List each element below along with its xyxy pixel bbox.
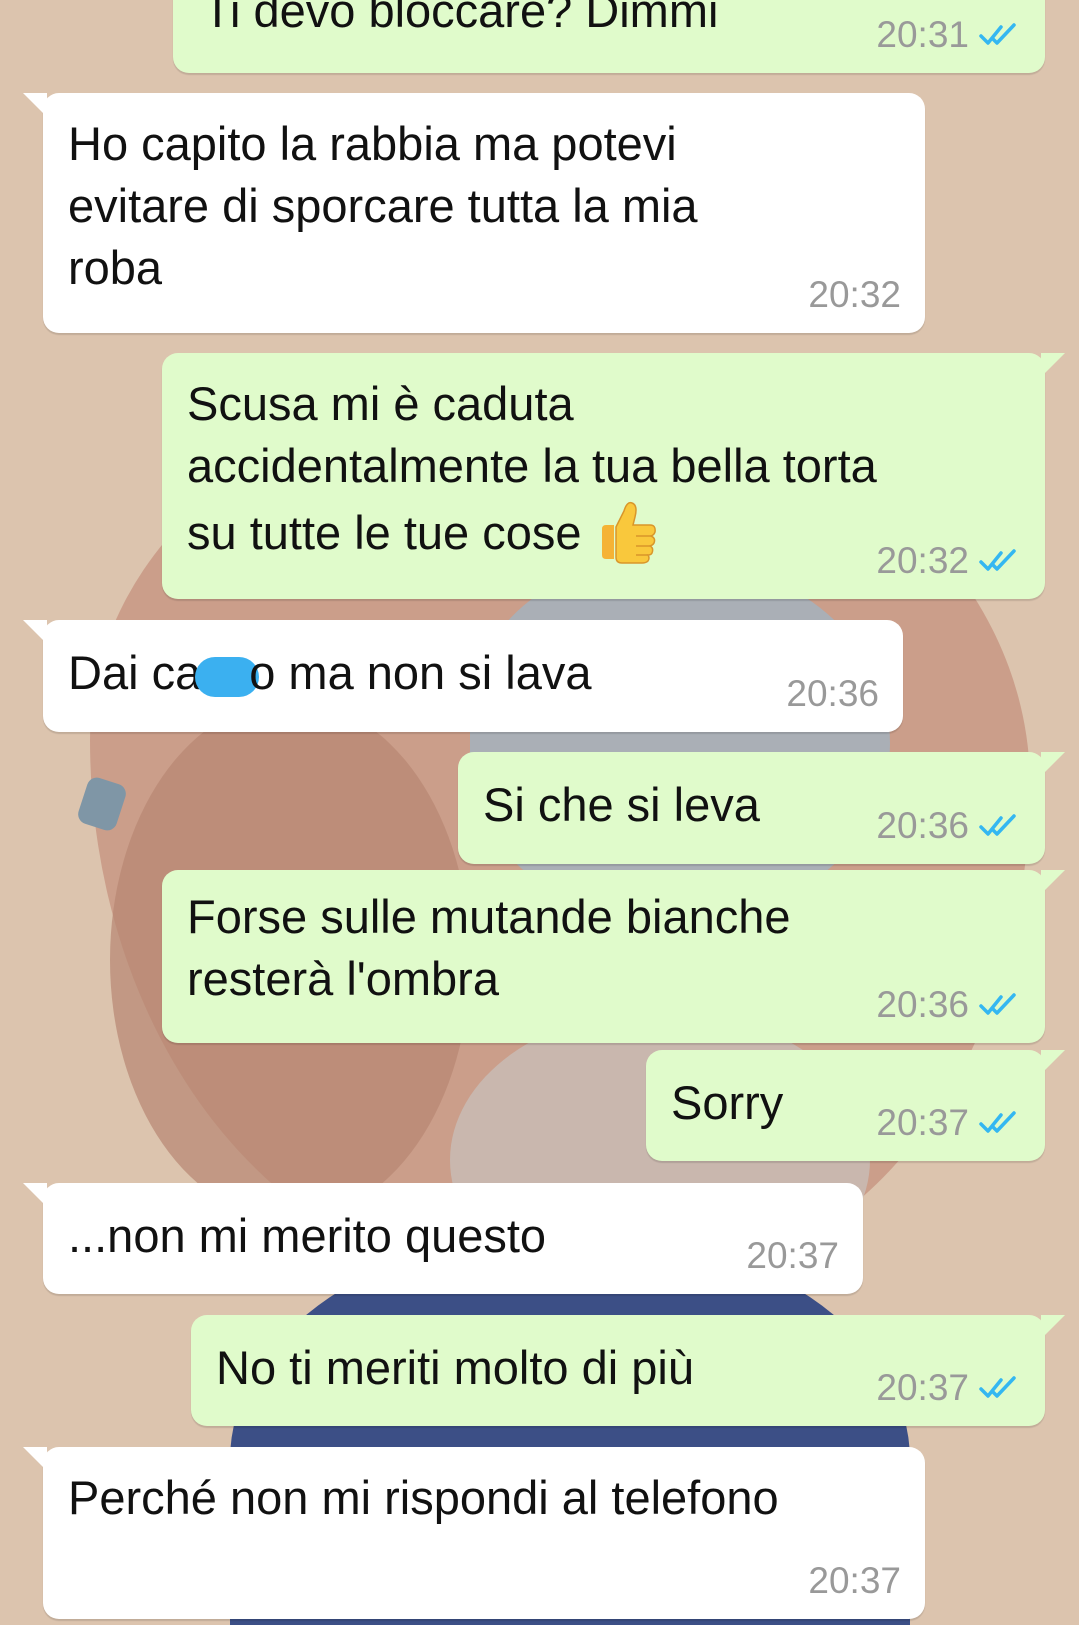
message-time: 20:36 (876, 984, 969, 1025)
incoming-message[interactable]: Ho capito la rabbia ma potevi evitare di… (23, 93, 925, 333)
message-meta: 20:36 (786, 674, 879, 714)
read-receipt-icon (979, 814, 1016, 836)
message-meta: 20:37 (808, 1561, 901, 1601)
message-meta: 20:37 (876, 1103, 1021, 1143)
message-time: 20:31 (876, 14, 969, 55)
message-text: Ti devo bloccare? Dimmi (203, 0, 719, 37)
message-time: 20:37 (746, 1235, 839, 1276)
message-line: Forse sulle mutande bianche (187, 890, 791, 943)
read-receipt-icon (979, 1111, 1016, 1133)
incoming-message[interactable]: Perché non mi rispondi al telefono 20:37 (23, 1447, 925, 1619)
incoming-message[interactable]: Dai ca o ma non si lava 20:36 (23, 620, 903, 732)
message-line: Ho capito la rabbia ma potevi (68, 117, 677, 170)
message-line: accidentalmente la tua bella torta (187, 439, 877, 492)
message-meta: 20:36 (876, 806, 1021, 846)
message-time: 20:32 (876, 540, 969, 581)
outgoing-message[interactable]: No ti meriti molto di più 20:37 (191, 1315, 1065, 1426)
read-receipt-icon (979, 549, 1016, 571)
message-meta: 20:36 (876, 985, 1021, 1025)
message-time: 20:37 (876, 1102, 969, 1143)
message-text: Sorry (671, 1076, 784, 1129)
message-text: Perché non mi rispondi al telefono (68, 1471, 779, 1524)
outgoing-message[interactable]: Ti devo bloccare? Dimmi 20:31 (173, 0, 1045, 73)
message-time: 20:36 (786, 673, 879, 714)
message-text-before: Dai ca (68, 646, 202, 699)
message-time: 20:37 (808, 1560, 901, 1601)
message-line: Scusa mi è caduta (187, 377, 574, 430)
message-text: ...non mi merito questo (68, 1209, 547, 1262)
message-text: Forse sulle mutande bianche resterà l'om… (187, 886, 791, 1010)
message-line: roba (68, 241, 163, 294)
message-time: 20:32 (808, 274, 901, 315)
outgoing-message[interactable]: Scusa mi è caduta accidentalmente la tua… (162, 353, 1065, 599)
message-text: Dai ca o ma non si lava (68, 642, 591, 704)
message-time: 20:37 (876, 1367, 969, 1408)
thumbs-up-emoji (601, 501, 656, 564)
message-line: resterà l'ombra (187, 952, 499, 1005)
message-text: Scusa mi è caduta accidentalmente la tua… (187, 373, 877, 567)
message-text: Si che si leva (483, 778, 760, 831)
message-list[interactable]: Ti devo bloccare? Dimmi 20:31 Ho capito … (0, 0, 1079, 1625)
outgoing-message[interactable]: Si che si leva 20:36 (458, 752, 1065, 864)
message-text-after: o ma non si lava (249, 646, 592, 699)
message-text: Ho capito la rabbia ma potevi evitare di… (68, 113, 698, 299)
message-meta: 20:37 (876, 1368, 1021, 1408)
message-text: No ti meriti molto di più (216, 1341, 694, 1394)
message-meta: 20:31 (876, 15, 1021, 55)
read-receipt-icon (979, 993, 1016, 1015)
message-time: 20:36 (876, 805, 969, 846)
read-receipt-icon (979, 1376, 1016, 1398)
incoming-message[interactable]: ...non mi merito questo 20:37 (23, 1183, 863, 1294)
message-line: evitare di sporcare tutta la mia (68, 179, 698, 232)
message-line: su tutte le tue cose (187, 497, 877, 567)
read-receipt-icon (979, 23, 1016, 45)
message-meta: 20:32 (876, 541, 1021, 581)
outgoing-message[interactable]: Sorry 20:37 (646, 1050, 1065, 1161)
outgoing-message[interactable]: Forse sulle mutande bianche resterà l'om… (162, 870, 1065, 1043)
message-meta: 20:32 (808, 275, 901, 315)
message-line-text: su tutte le tue cose (187, 506, 582, 559)
message-meta: 20:37 (746, 1236, 839, 1276)
